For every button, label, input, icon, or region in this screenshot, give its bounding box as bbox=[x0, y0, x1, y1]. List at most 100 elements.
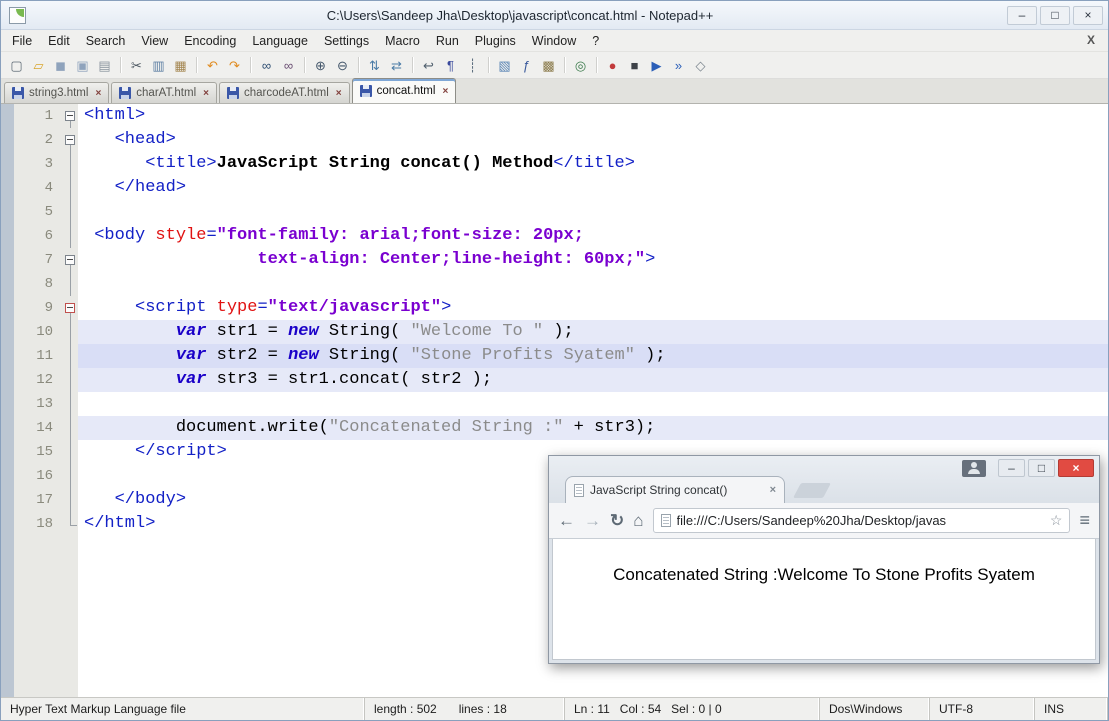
chrome-menu-icon[interactable]: ≡ bbox=[1079, 510, 1090, 531]
tab-close-icon[interactable]: × bbox=[336, 88, 342, 99]
tab-string3-html[interactable]: string3.html × bbox=[4, 82, 110, 103]
editor-line-12[interactable]: 12 var str3 = str1.concat( str2 ); bbox=[14, 368, 1108, 392]
save-all-button[interactable]: ▣ bbox=[72, 55, 93, 76]
show-all-characters-button[interactable]: ¶ bbox=[440, 55, 461, 76]
home-icon[interactable]: ⌂ bbox=[633, 512, 643, 529]
editor-line-10[interactable]: 10 var str1 = new String( "Welcome To " … bbox=[14, 320, 1108, 344]
word-wrap-button[interactable]: ↩ bbox=[418, 55, 439, 76]
find-button[interactable]: ∞ bbox=[256, 55, 277, 76]
maximize-button[interactable]: □ bbox=[1040, 5, 1070, 25]
menu-item-window[interactable]: Window bbox=[524, 32, 584, 50]
menu-item-file[interactable]: File bbox=[4, 32, 40, 50]
open-folder-button[interactable]: ▱ bbox=[28, 55, 49, 76]
document-map-button[interactable]: ▧ bbox=[494, 55, 515, 76]
line-number[interactable]: 10 bbox=[14, 320, 62, 344]
editor-line-5[interactable]: 5 bbox=[14, 200, 1108, 224]
bookmark-margin[interactable] bbox=[1, 104, 14, 697]
tab-close-icon[interactable]: × bbox=[442, 86, 448, 97]
line-number[interactable]: 2 bbox=[14, 128, 62, 152]
editor-line-2[interactable]: 2 <head> bbox=[14, 128, 1108, 152]
paste-button[interactable]: ▦ bbox=[170, 55, 191, 76]
menu-item-language[interactable]: Language bbox=[244, 32, 316, 50]
line-number[interactable]: 7 bbox=[14, 248, 62, 272]
cut-button[interactable]: ✂ bbox=[126, 55, 147, 76]
line-number[interactable]: 8 bbox=[14, 272, 62, 296]
menu-item-run[interactable]: Run bbox=[428, 32, 467, 50]
editor-line-6[interactable]: 6 <body style="font-family: arial;font-s… bbox=[14, 224, 1108, 248]
minimize-button[interactable]: – bbox=[1007, 5, 1037, 25]
menu-item-edit[interactable]: Edit bbox=[40, 32, 78, 50]
redo-button[interactable]: ↷ bbox=[224, 55, 245, 76]
line-number[interactable]: 16 bbox=[14, 464, 62, 488]
menu-item-encoding[interactable]: Encoding bbox=[176, 32, 244, 50]
tab-close-icon[interactable]: × bbox=[203, 88, 209, 99]
menu-item-plugins[interactable]: Plugins bbox=[467, 32, 524, 50]
record-macro-button[interactable]: ● bbox=[602, 55, 623, 76]
play-macro-button[interactable]: ▶ bbox=[646, 55, 667, 76]
tab-charcodeAT-html[interactable]: charcodeAT.html × bbox=[218, 82, 350, 103]
replace-button[interactable]: ∞ bbox=[278, 55, 299, 76]
reload-icon[interactable]: ↻ bbox=[610, 512, 624, 529]
copy-button[interactable]: ▥ bbox=[148, 55, 169, 76]
editor-line-7[interactable]: 7 text-align: Center;line-height: 60px;"… bbox=[14, 248, 1108, 272]
browser-minimize-button[interactable]: – bbox=[998, 459, 1025, 477]
menu-item-view[interactable]: View bbox=[133, 32, 176, 50]
indent-guide-button[interactable]: ┊ bbox=[462, 55, 483, 76]
line-number[interactable]: 9 bbox=[14, 296, 62, 320]
tab-charAT-html[interactable]: charAT.html × bbox=[111, 82, 217, 103]
print-button[interactable]: ▤ bbox=[94, 55, 115, 76]
zoom-in-button[interactable]: ⊕ bbox=[310, 55, 331, 76]
back-icon[interactable]: ← bbox=[558, 512, 575, 529]
browser-maximize-button[interactable]: □ bbox=[1028, 459, 1055, 477]
stop-recording-button[interactable]: ■ bbox=[624, 55, 645, 76]
fold-collapse-icon[interactable] bbox=[62, 296, 78, 320]
line-number[interactable]: 6 bbox=[14, 224, 62, 248]
menu-item-settings[interactable]: Settings bbox=[316, 32, 377, 50]
sync-horizontal-button[interactable]: ⇄ bbox=[386, 55, 407, 76]
editor-line-11[interactable]: 11 var str2 = new String( "Stone Profits… bbox=[14, 344, 1108, 368]
line-number[interactable]: 15 bbox=[14, 440, 62, 464]
editor-line-3[interactable]: 3 <title>JavaScript String concat() Meth… bbox=[14, 152, 1108, 176]
tab-concat-html[interactable]: concat.html × bbox=[351, 78, 457, 103]
browser-tab-close-icon[interactable]: × bbox=[770, 484, 776, 496]
editor-line-14[interactable]: 14 document.write("Concatenated String :… bbox=[14, 416, 1108, 440]
line-number[interactable]: 18 bbox=[14, 512, 62, 536]
line-number[interactable]: 12 bbox=[14, 368, 62, 392]
line-number[interactable]: 1 bbox=[14, 104, 62, 128]
monitoring-button[interactable]: ◎ bbox=[570, 55, 591, 76]
line-number[interactable]: 14 bbox=[14, 416, 62, 440]
browser-tab[interactable]: JavaScript String concat() × bbox=[565, 476, 785, 503]
editor-line-8[interactable]: 8 bbox=[14, 272, 1108, 296]
new-tab-button[interactable] bbox=[793, 483, 831, 498]
line-number[interactable]: 4 bbox=[14, 176, 62, 200]
fold-collapse-icon[interactable] bbox=[62, 248, 78, 272]
menu-close-button[interactable]: X bbox=[1083, 33, 1099, 47]
menu-item-help[interactable]: ? bbox=[584, 32, 607, 50]
editor-line-1[interactable]: 1 <html> bbox=[14, 104, 1108, 128]
editor-line-4[interactable]: 4 </head> bbox=[14, 176, 1108, 200]
close-button[interactable]: × bbox=[1073, 5, 1103, 25]
menu-item-search[interactable]: Search bbox=[78, 32, 134, 50]
line-number[interactable]: 5 bbox=[14, 200, 62, 224]
undo-button[interactable]: ↶ bbox=[202, 55, 223, 76]
bookmark-star-icon[interactable]: ☆ bbox=[1050, 512, 1063, 529]
menu-item-macro[interactable]: Macro bbox=[377, 32, 428, 50]
run-macro-multiple-button[interactable]: » bbox=[668, 55, 689, 76]
fold-collapse-icon[interactable] bbox=[62, 104, 78, 128]
line-number[interactable]: 17 bbox=[14, 488, 62, 512]
forward-icon[interactable]: → bbox=[584, 512, 601, 529]
profile-icon[interactable] bbox=[962, 459, 986, 477]
save-macro-button[interactable]: ◇ bbox=[690, 55, 711, 76]
line-number[interactable]: 13 bbox=[14, 392, 62, 416]
line-number[interactable]: 3 bbox=[14, 152, 62, 176]
editor-line-13[interactable]: 13 bbox=[14, 392, 1108, 416]
new-file-button[interactable]: ▢ bbox=[6, 55, 27, 76]
fold-collapse-icon[interactable] bbox=[62, 128, 78, 152]
sync-vertical-button[interactable]: ⇅ bbox=[364, 55, 385, 76]
folder-as-workspace-button[interactable]: ▩ bbox=[538, 55, 559, 76]
save-button[interactable]: ◼ bbox=[50, 55, 71, 76]
address-bar[interactable]: file:///C:/Users/Sandeep%20Jha/Desktop/j… bbox=[652, 508, 1071, 533]
line-number[interactable]: 11 bbox=[14, 344, 62, 368]
zoom-out-button[interactable]: ⊖ bbox=[332, 55, 353, 76]
browser-close-button[interactable]: × bbox=[1058, 459, 1094, 477]
